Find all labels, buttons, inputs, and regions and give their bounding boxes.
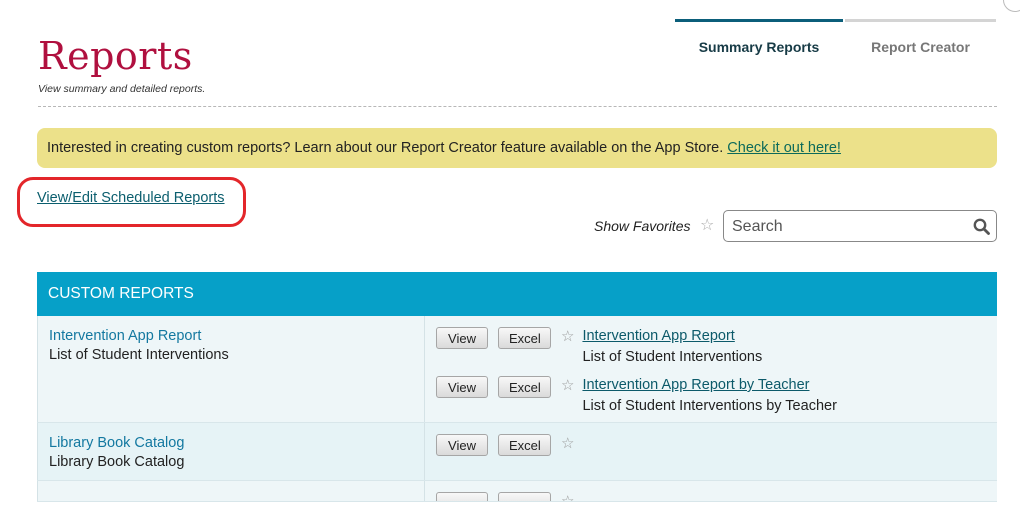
report-description: Library Book Catalog [49, 454, 185, 470]
view-button[interactable]: View [436, 376, 488, 398]
report-actions-cell: ☆ [425, 481, 997, 501]
report-action-line: ☆ [436, 492, 997, 501]
view-button[interactable]: View [436, 434, 488, 456]
favorite-star-icon[interactable]: ☆ [561, 434, 574, 454]
corner-indicator [1003, 0, 1020, 12]
report-action-line: View Excel ☆ Intervention App Report Lis… [436, 327, 997, 365]
view-edit-scheduled-reports-link[interactable]: View/Edit Scheduled Reports [37, 190, 225, 206]
tab-report-creator[interactable]: Report Creator [845, 19, 996, 70]
table-row: Intervention App Report List of Student … [37, 316, 997, 423]
sub-report-description: List of Student Interventions by Teacher [582, 398, 837, 414]
view-button[interactable] [436, 492, 488, 501]
excel-button[interactable]: Excel [498, 327, 551, 349]
favorite-star-icon[interactable]: ☆ [561, 327, 574, 347]
header-divider [38, 106, 997, 107]
report-actions-cell: View Excel ☆ [425, 423, 997, 480]
show-favorites-star-icon[interactable]: ☆ [700, 217, 714, 235]
reports-table: CUSTOM REPORTS Intervention App Report L… [37, 272, 997, 502]
view-button[interactable]: View [436, 327, 488, 349]
banner-link[interactable]: Check it out here! [727, 140, 841, 156]
excel-button[interactable] [498, 492, 551, 501]
search-input[interactable] [730, 215, 964, 239]
custom-reports-header: CUSTOM REPORTS [37, 272, 997, 316]
table-row: ☆ [37, 481, 997, 502]
tab-summary-reports[interactable]: Summary Reports [675, 19, 843, 70]
sub-report-link[interactable]: Intervention App Report by Teacher [582, 376, 836, 394]
search-field [723, 210, 997, 242]
report-description: List of Student Interventions [49, 347, 229, 363]
report-name-link[interactable]: Intervention App Report [49, 328, 414, 344]
sub-report-description: List of Student Interventions [582, 349, 763, 365]
favorite-star-icon[interactable]: ☆ [561, 376, 574, 396]
page-title: Reports [38, 34, 193, 78]
report-action-line: View Excel ☆ Intervention App Report by … [436, 376, 997, 414]
table-row: Library Book Catalog Library Book Catalo… [37, 423, 997, 481]
report-summary-cell: Library Book Catalog Library Book Catalo… [37, 423, 425, 480]
banner-text: Interested in creating custom reports? L… [47, 140, 728, 156]
report-summary-cell [37, 481, 425, 501]
page-subtitle: View summary and detailed reports. [38, 83, 206, 95]
favorite-star-icon[interactable]: ☆ [561, 492, 574, 501]
report-name-link[interactable]: Library Book Catalog [49, 435, 414, 451]
show-favorites-label: Show Favorites [594, 218, 691, 234]
report-actions-cell: View Excel ☆ Intervention App Report Lis… [425, 316, 997, 422]
excel-button[interactable]: Excel [498, 376, 551, 398]
report-summary-cell: Intervention App Report List of Student … [37, 316, 425, 422]
sub-report-link[interactable]: Intervention App Report [582, 327, 762, 345]
report-creator-banner: Interested in creating custom reports? L… [37, 128, 997, 168]
search-icon[interactable] [973, 218, 990, 235]
report-action-line: View Excel ☆ [436, 434, 997, 456]
excel-button[interactable]: Excel [498, 434, 551, 456]
